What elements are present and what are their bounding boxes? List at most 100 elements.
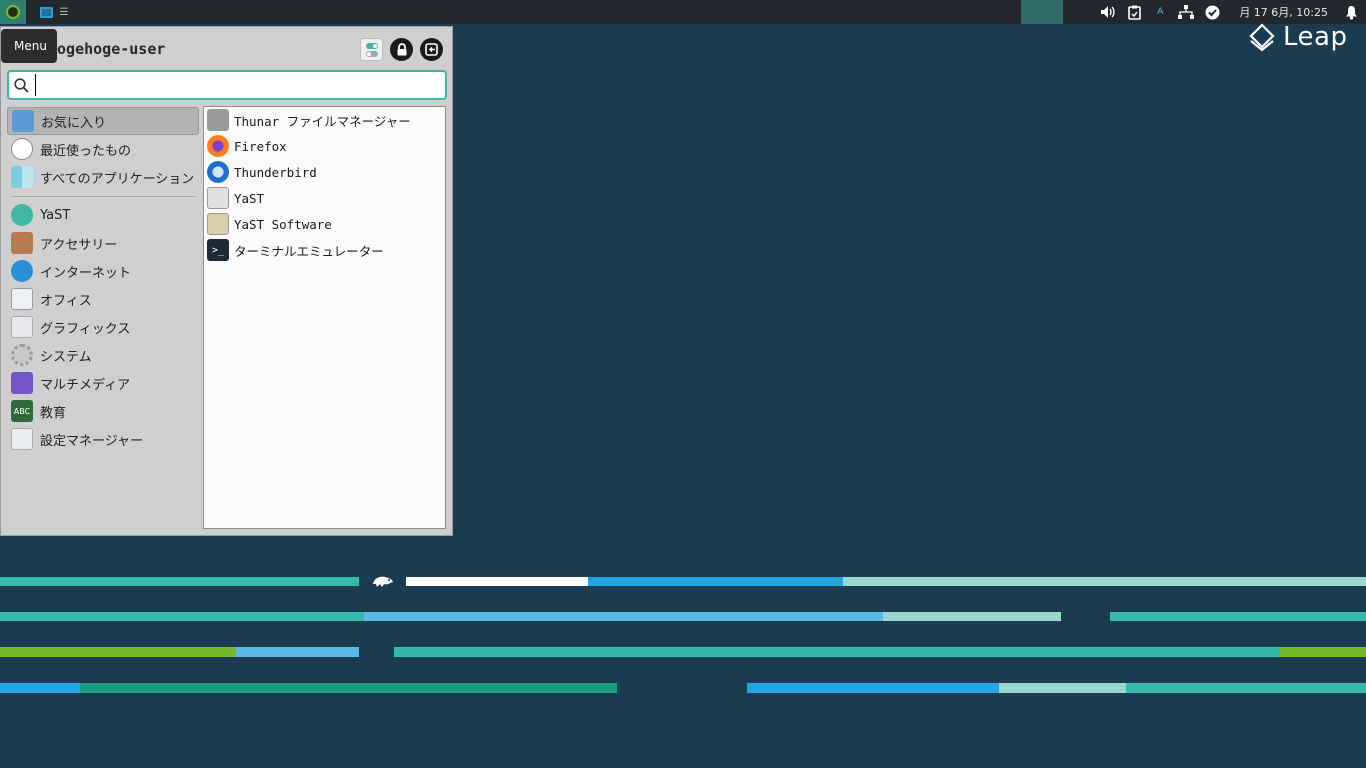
globe-icon <box>11 260 33 282</box>
category-label: 教育 <box>40 405 67 421</box>
terminal-icon: >_ <box>207 239 229 261</box>
category-item[interactable]: オフィス <box>7 285 199 313</box>
lock-icon <box>397 43 406 56</box>
category-label: お気に入り <box>41 115 107 131</box>
category-item[interactable]: グラフィックス <box>7 313 199 341</box>
category-label: すべてのアプリケーション <box>40 171 195 187</box>
wallpaper-stripe <box>0 577 359 586</box>
menu-tooltip: Menu <box>1 29 57 63</box>
wallpaper-stripe <box>364 612 883 621</box>
leap-logo-text: Leap <box>1283 22 1348 52</box>
multimedia-icon <box>11 372 33 394</box>
wallpaper-stripe <box>999 683 1126 693</box>
search-box[interactable] <box>7 70 447 100</box>
category-label: 設定マネージャー <box>40 433 144 449</box>
yast-software-icon <box>207 213 229 235</box>
top-panel: ☰ A 月 17 6月, 10:25 <box>0 0 1366 24</box>
application-label: Thunderbird <box>234 164 317 180</box>
application-item[interactable]: Firefox <box>204 133 445 159</box>
category-label: インターネット <box>40 265 132 281</box>
wallpaper-stripe <box>1110 612 1366 621</box>
firefox-icon <box>207 135 229 157</box>
monitor-icon <box>39 6 53 18</box>
category-item[interactable]: 設定マネージャー <box>7 425 199 453</box>
wallpaper-stripe <box>0 612 364 621</box>
clipboard-icon[interactable] <box>1123 0 1145 24</box>
notification-bell-icon[interactable] <box>1340 0 1362 24</box>
application-label: YaST <box>234 190 265 206</box>
category-label: マルチメディア <box>40 377 131 393</box>
category-list: お気に入り最近使ったものすべてのアプリケーション YaST アクセサリー インターネッ… <box>7 107 199 453</box>
favorites-folder-icon <box>12 110 34 132</box>
category-item[interactable]: YaST <box>7 201 199 229</box>
application-item[interactable]: YaST <box>204 185 445 211</box>
application-list: Thunar ファイルマネージャー Firefox Thunderbird YaST Y… <box>203 106 446 529</box>
category-label: グラフィックス <box>40 321 131 337</box>
category-label: システム <box>40 349 92 365</box>
logout-icon <box>425 43 438 56</box>
system-tray: A 月 17 6月, 10:25 <box>1095 0 1366 24</box>
wallpaper-stripe <box>394 647 1280 657</box>
clock-icon <box>11 138 33 160</box>
application-item[interactable]: Thunderbird <box>204 159 445 185</box>
file-manager-icon <box>207 109 229 131</box>
wallpaper-stripe <box>0 683 80 693</box>
category-label: 最近使ったもの <box>40 143 132 159</box>
updates-check-icon[interactable] <box>1201 0 1223 24</box>
briefcase-icon <box>11 232 33 254</box>
settings-button[interactable] <box>360 38 383 61</box>
leap-diamond-icon <box>1249 23 1275 52</box>
logout-button[interactable] <box>420 38 443 61</box>
wallpaper-stripe <box>1126 683 1366 693</box>
application-item[interactable]: Thunar ファイルマネージャー <box>204 107 445 133</box>
workspace-switcher[interactable] <box>1021 0 1063 24</box>
window-list-icon: ☰ <box>59 6 69 18</box>
settings-manager-icon <box>11 428 33 450</box>
applications-menu-button[interactable] <box>0 0 26 24</box>
opensuse-icon <box>6 5 20 19</box>
education-icon: ABC <box>11 400 33 422</box>
chameleon-icon <box>373 576 393 587</box>
wallpaper-stripe <box>0 647 236 657</box>
application-item[interactable]: YaST Software <box>204 211 445 237</box>
network-icon[interactable] <box>1175 0 1197 24</box>
category-label: アクセサリー <box>40 237 118 253</box>
keyboard-layout-indicator[interactable]: A <box>1149 0 1171 24</box>
category-item[interactable]: 最近使ったもの <box>7 135 199 163</box>
search-input[interactable] <box>35 74 435 96</box>
wallpaper-stripe <box>747 683 999 693</box>
application-item[interactable]: >_ ターミナルエミュレーター <box>204 237 445 263</box>
clock[interactable]: 月 17 6月, 10:25 <box>1239 4 1328 20</box>
wallpaper-stripe <box>883 612 1061 621</box>
graphics-icon <box>11 316 33 338</box>
all-apps-icon <box>11 166 33 188</box>
username: hogehoge-user <box>48 40 166 58</box>
category-item[interactable]: すべてのアプリケーション <box>7 163 199 191</box>
wallpaper-stripe <box>80 683 617 693</box>
thunderbird-icon <box>207 161 229 183</box>
category-label: YaST <box>40 207 71 223</box>
category-item[interactable]: お気に入り <box>7 107 199 135</box>
category-item[interactable]: インターネット <box>7 257 199 285</box>
category-label: オフィス <box>40 293 92 309</box>
gear-icon <box>11 344 33 366</box>
wallpaper-stripe <box>406 577 588 586</box>
category-item[interactable]: マルチメディア <box>7 369 199 397</box>
category-item[interactable]: アクセサリー <box>7 229 199 257</box>
category-item[interactable]: システム <box>7 341 199 369</box>
volume-icon[interactable] <box>1097 0 1119 24</box>
category-separator <box>11 196 195 197</box>
wallpaper-stripe <box>843 577 1366 586</box>
applications-menu: hogehoge-user お気に入り最近使ったものすべてのアプリケーション Ya… <box>0 26 453 536</box>
wallpaper-stripe <box>1280 647 1366 657</box>
search-icon <box>14 77 29 93</box>
taskbar-window-button[interactable]: ☰ <box>34 0 74 24</box>
office-icon <box>11 288 33 310</box>
application-label: Thunar ファイルマネージャー <box>234 113 411 129</box>
category-item[interactable]: ABC 教育 <box>7 397 199 425</box>
yast-control-icon <box>207 187 229 209</box>
application-label: ターミナルエミュレーター <box>234 243 384 259</box>
wallpaper-stripe <box>588 577 843 586</box>
leap-logo: Leap <box>1249 22 1347 52</box>
lock-screen-button[interactable] <box>390 38 413 61</box>
